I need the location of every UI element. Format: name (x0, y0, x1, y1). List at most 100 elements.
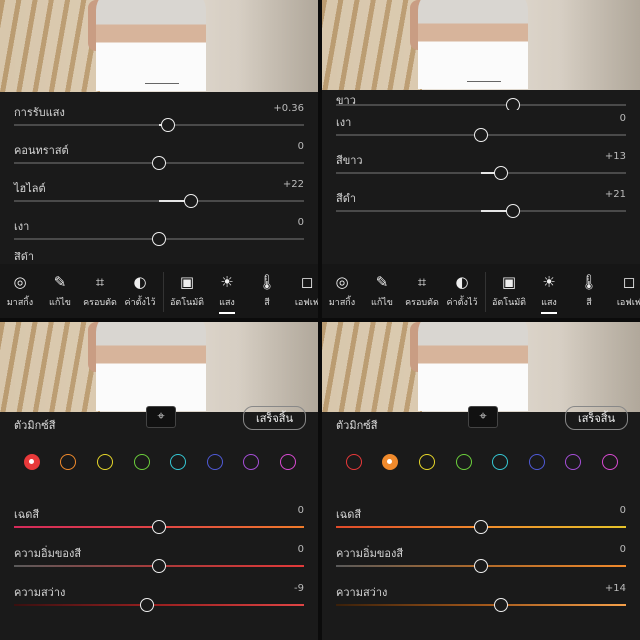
slider-label: ไฮไลต์ (14, 182, 46, 195)
slider-track[interactable] (14, 118, 304, 132)
slider-row: สีขาว +13 (322, 148, 640, 186)
color-swatch[interactable] (206, 454, 223, 470)
color-swatch[interactable] (382, 454, 399, 470)
slider-knob[interactable] (152, 232, 166, 246)
slider-track[interactable] (336, 166, 626, 180)
toolbar-presets[interactable]: ◐ ค่าตั้งไว้ (442, 272, 482, 314)
toolbar-effects[interactable]: ◻ เอฟเฟ (287, 272, 318, 314)
toolbar-crop[interactable]: ⌗ ครอบตัด (402, 272, 442, 314)
slider-knob[interactable] (505, 98, 520, 110)
color-swatch[interactable] (60, 454, 77, 470)
toolbar-heal[interactable]: ✎ แก้ไข (40, 272, 80, 314)
color-swatch[interactable] (345, 454, 362, 470)
color-swatch[interactable] (96, 454, 113, 470)
slider-knob[interactable] (505, 204, 520, 218)
slider-track[interactable] (336, 98, 626, 110)
slider-row: สีดำ +21 (322, 186, 640, 224)
slider-knob[interactable] (152, 520, 166, 534)
slider-track[interactable] (14, 194, 304, 208)
slider-track[interactable] (14, 559, 304, 573)
slider-knob[interactable] (474, 128, 488, 142)
color-swatch[interactable] (565, 454, 582, 470)
color-swatch[interactable] (418, 454, 435, 470)
slider-gradient (336, 604, 626, 606)
toolbar-crop[interactable]: ⌗ ครอบตัด (80, 272, 120, 314)
slider-knob[interactable] (152, 559, 166, 573)
slider-track[interactable] (336, 204, 626, 218)
mixer-sliders: เฉดสี 0 ความอิ่มของสี 0 ความสว่าง -9 (0, 502, 318, 619)
toolbar-masking[interactable]: ◎ มาสกิ้ง (322, 272, 362, 314)
color-swatch[interactable] (279, 454, 296, 470)
masking-icon: ◎ (335, 273, 349, 291)
slider-track[interactable] (336, 559, 626, 573)
slider-label: คอนทราสต์ (14, 144, 69, 157)
slider-track[interactable] (14, 520, 304, 534)
slider-label: เงา (14, 220, 30, 233)
slider-track[interactable] (14, 156, 304, 170)
slider-track[interactable] (336, 520, 626, 534)
toolbar-masking[interactable]: ◎ มาสกิ้ง (0, 272, 40, 314)
slider-row: ขาว (322, 96, 640, 110)
slider-knob[interactable] (160, 118, 175, 132)
done-button[interactable]: เสร็จสิ้น (564, 406, 628, 430)
slider-label: สีดำ (336, 192, 357, 205)
effects-icon: ◻ (622, 273, 636, 291)
slider-knob[interactable] (494, 166, 509, 180)
slider-row: เงา 0 (322, 110, 640, 148)
slider-knob[interactable] (494, 598, 509, 612)
color-swatch[interactable] (601, 454, 618, 470)
toolbar-light[interactable]: ☀ แสง (529, 272, 569, 314)
toolbar-color[interactable]: 🌡 สี (247, 272, 287, 314)
light-sliders: การรับแสง +0.36 คอนทราสต์ 0 ไฮไลต์ +22 เงา 0 สีด… (0, 100, 318, 266)
slider-knob[interactable] (152, 156, 166, 170)
color-swatch[interactable] (133, 454, 150, 470)
toolbar-effects[interactable]: ◻ เอฟเฟ (609, 272, 640, 314)
color-swatch[interactable] (528, 454, 545, 470)
slider-row: เงา 0 (0, 214, 318, 252)
slider-track[interactable] (336, 598, 626, 612)
toolbar-label: แก้ไข (371, 298, 393, 308)
photo-preview (322, 0, 640, 90)
slider-track[interactable] (14, 598, 304, 612)
color-swatch[interactable] (243, 454, 260, 470)
auto-icon: ▣ (501, 273, 517, 291)
slider-row: ความสว่าง -9 (0, 580, 318, 619)
presets-icon: ◐ (133, 273, 147, 291)
toolbar-label: แสง (219, 295, 235, 314)
slider-value: +13 (604, 151, 626, 162)
light-sliders: ขาว เงา 0 สีขาว +13 สีดำ +21 (322, 96, 640, 224)
slider-knob[interactable] (474, 559, 488, 573)
slider-value: -9 (294, 583, 304, 594)
slider-value: +21 (604, 189, 626, 200)
crop-icon: ⌗ (417, 273, 427, 291)
slider-label: เงา (336, 116, 352, 129)
slider-value: 0 (619, 544, 626, 555)
edit-toolbar: ◎ มาสกิ้ง ✎ แก้ไข ⌗ ครอบตัด ◐ ค่าตั้งไว้ ▣ อัตโนม… (322, 264, 640, 318)
slider-track[interactable] (336, 128, 626, 142)
slider-knob[interactable] (474, 520, 488, 534)
color-swatch[interactable] (170, 454, 187, 470)
color-swatch[interactable] (492, 454, 509, 470)
slider-value: +22 (282, 179, 304, 190)
toolbar-auto[interactable]: ▣ อัตโนมัติ (489, 272, 529, 314)
mixer-sliders: เฉดสี 0 ความอิ่มของสี 0 ความสว่าง +14 (322, 502, 640, 619)
slider-knob[interactable] (183, 194, 198, 208)
slider-row: ความอิ่มของสี 0 (322, 541, 640, 580)
color-swatch[interactable] (455, 454, 472, 470)
toolbar-presets[interactable]: ◐ ค่าตั้งไว้ (120, 272, 160, 314)
target-adjust-icon[interactable]: ⌖ (146, 406, 176, 428)
done-button[interactable]: เสร็จสิ้น (242, 406, 306, 430)
slider-row: เฉดสี 0 (0, 502, 318, 541)
toolbar-light[interactable]: ☀ แสง (207, 272, 247, 314)
slider-track[interactable] (14, 232, 304, 246)
toolbar-label: มาสกิ้ง (328, 298, 356, 308)
toolbar-label: ค่าตั้งไว้ (124, 298, 156, 308)
toolbar-heal[interactable]: ✎ แก้ไข (362, 272, 402, 314)
slider-knob[interactable] (140, 598, 155, 612)
photo-preview (0, 322, 318, 412)
toolbar-color[interactable]: 🌡 สี (569, 272, 609, 314)
target-adjust-icon[interactable]: ⌖ (468, 406, 498, 428)
light-panel-scrolled: ขาว เงา 0 สีขาว +13 สีดำ +21 ◎ มาสกิ้ง ✎ แก้ไข ⌗ คร… (322, 0, 640, 318)
toolbar-auto[interactable]: ▣ อัตโนมัติ (167, 272, 207, 314)
color-swatch[interactable] (23, 454, 40, 470)
